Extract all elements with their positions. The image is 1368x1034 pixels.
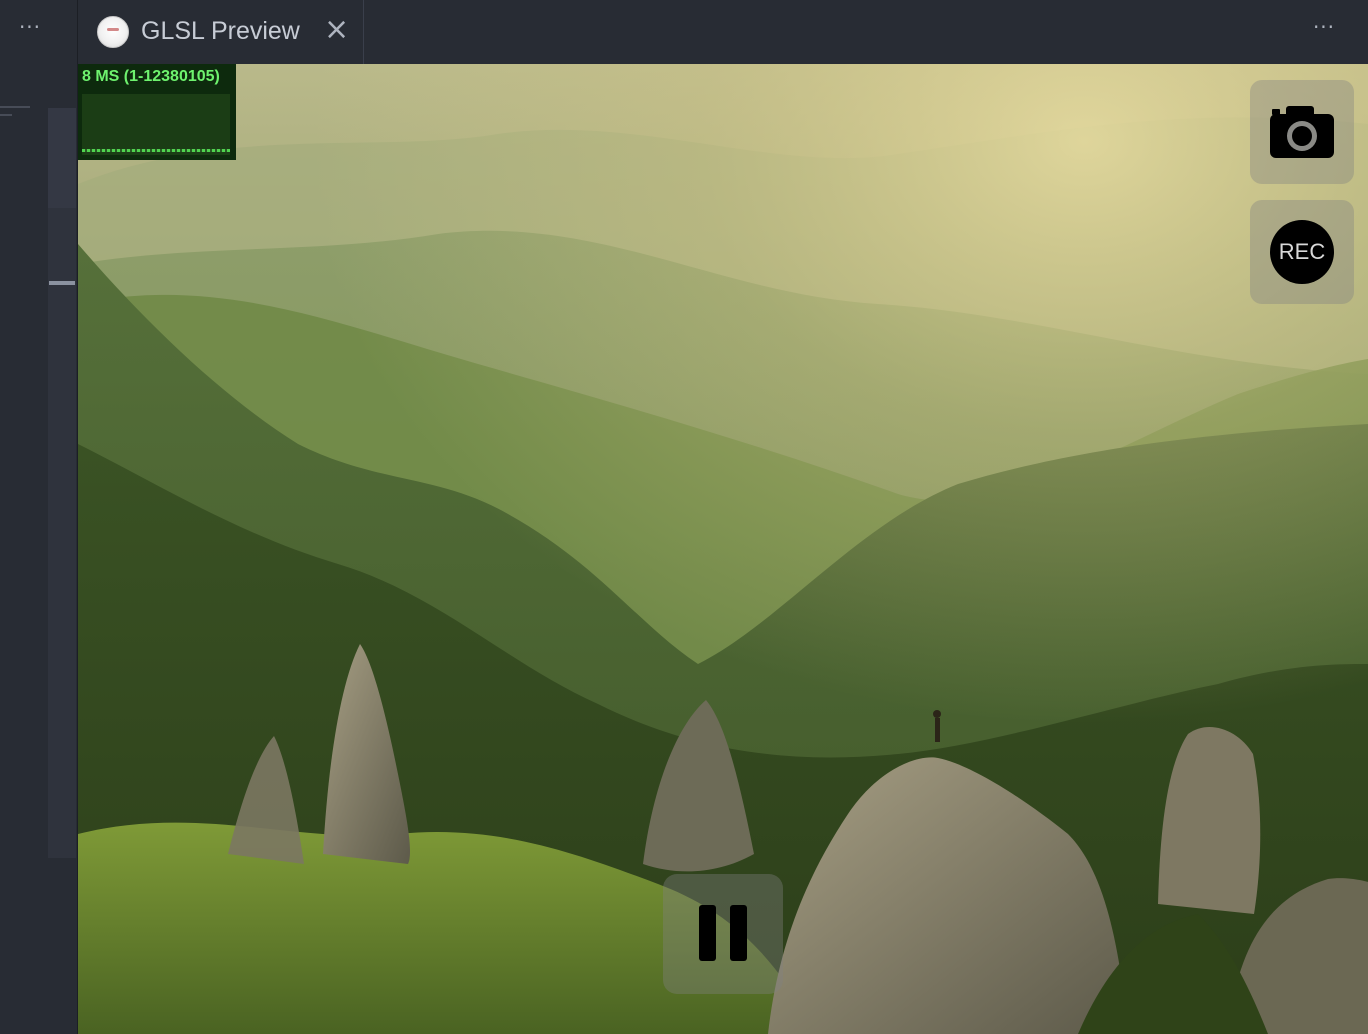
tab-glsl-preview[interactable]: GLSL Preview × xyxy=(78,0,364,64)
stats-graph xyxy=(82,94,230,155)
minimap-line xyxy=(0,114,12,116)
stats-graph-baseline xyxy=(82,149,230,152)
scrollbar-visible-region xyxy=(48,108,76,208)
performance-stats-panel[interactable]: 8 MS (1-12380105) xyxy=(78,64,236,160)
record-button[interactable]: REC xyxy=(1250,200,1354,304)
pause-button[interactable] xyxy=(663,874,783,994)
shader-preview-canvas[interactable]: REC xyxy=(78,64,1368,1034)
minimap[interactable] xyxy=(0,106,48,226)
tab-bar: GLSL Preview × ··· xyxy=(78,0,1368,64)
rec-label: REC xyxy=(1270,220,1334,284)
tab-title: GLSL Preview xyxy=(141,17,300,45)
pause-icon xyxy=(699,905,747,961)
capture-button[interactable] xyxy=(1250,80,1354,184)
camera-icon xyxy=(1270,106,1334,158)
app-logo-icon xyxy=(97,16,129,48)
scrollbar-track[interactable] xyxy=(48,108,76,858)
scrollbar-thumb[interactable] xyxy=(49,281,75,285)
minimap-line xyxy=(0,106,30,108)
editor-pane[interactable]: ··· xyxy=(0,0,78,1034)
left-pane-more-icon[interactable]: ··· xyxy=(14,14,46,44)
stats-label: 8 MS (1-12380105) xyxy=(82,68,220,85)
app-window: ··· GLSL Preview × ··· REC 8 MS (1-12380… xyxy=(0,0,1368,1034)
close-icon[interactable]: × xyxy=(324,15,349,45)
more-icon[interactable]: ··· xyxy=(1308,14,1340,44)
